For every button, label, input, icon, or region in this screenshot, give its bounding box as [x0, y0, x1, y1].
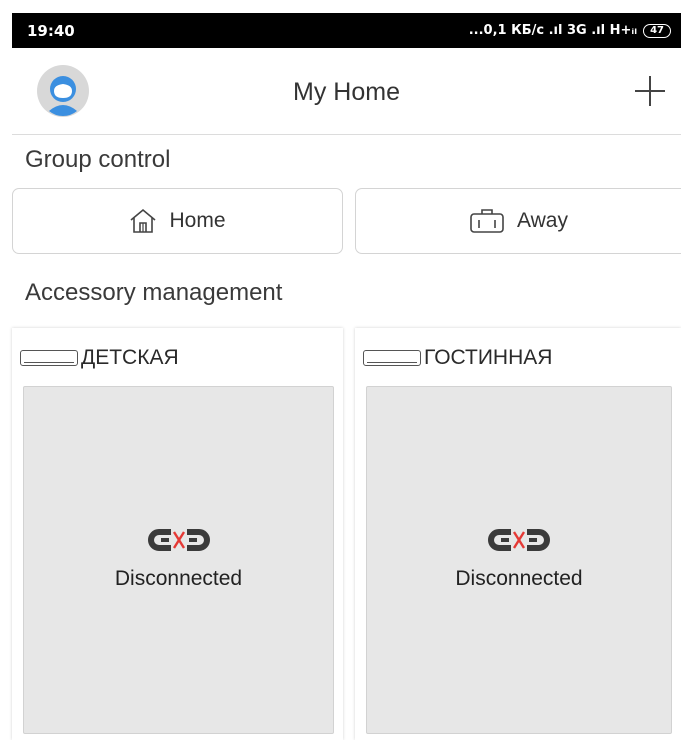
air-conditioner-icon [363, 350, 421, 366]
device-card-header: ГОСТИННАЯ [363, 346, 552, 370]
status-indicators: ...0,1 КБ/с .ıl 3G .ıl H+ᵢₗ 47 [469, 23, 671, 38]
device-status-panel[interactable]: Disconnected [23, 386, 334, 734]
page-title: My Home [293, 78, 400, 106]
device-card-gostinnaya[interactable]: ГОСТИННАЯ Disconnected [355, 328, 681, 740]
device-status-text: Disconnected [114, 567, 243, 590]
home-mode-button[interactable]: Home [12, 188, 343, 254]
away-mode-label: Away [517, 209, 568, 232]
disconnected-link-icon [488, 529, 550, 551]
group-control-heading: Group control [25, 146, 171, 173]
briefcase-icon [470, 209, 504, 233]
home-mode-label: Home [169, 209, 226, 232]
app-bar: My Home [12, 48, 681, 135]
status-time: 19:40 [27, 21, 75, 40]
device-status-text: Disconnected [455, 567, 583, 590]
accessory-management-heading: Accessory management [25, 279, 283, 306]
device-name: ДЕТСКАЯ [81, 346, 179, 369]
home-icon [130, 208, 156, 233]
network-status: ...0,1 КБ/с .ıl 3G .ıl H+ᵢₗ [468, 23, 638, 38]
add-button[interactable] [633, 74, 667, 108]
away-mode-button[interactable]: Away [355, 188, 681, 254]
device-name: ГОСТИННАЯ [424, 346, 553, 369]
disconnected-link-icon [147, 529, 210, 551]
battery-icon: 47 [643, 23, 671, 38]
status-bar: 19:40 ...0,1 КБ/с .ıl 3G .ıl H+ᵢₗ 47 [12, 13, 681, 48]
air-conditioner-icon [20, 350, 78, 366]
device-status-panel[interactable]: Disconnected [366, 386, 672, 734]
device-card-detskaya[interactable]: ДЕТСКАЯ Disconnected [12, 328, 343, 740]
device-card-header: ДЕТСКАЯ [20, 346, 179, 370]
